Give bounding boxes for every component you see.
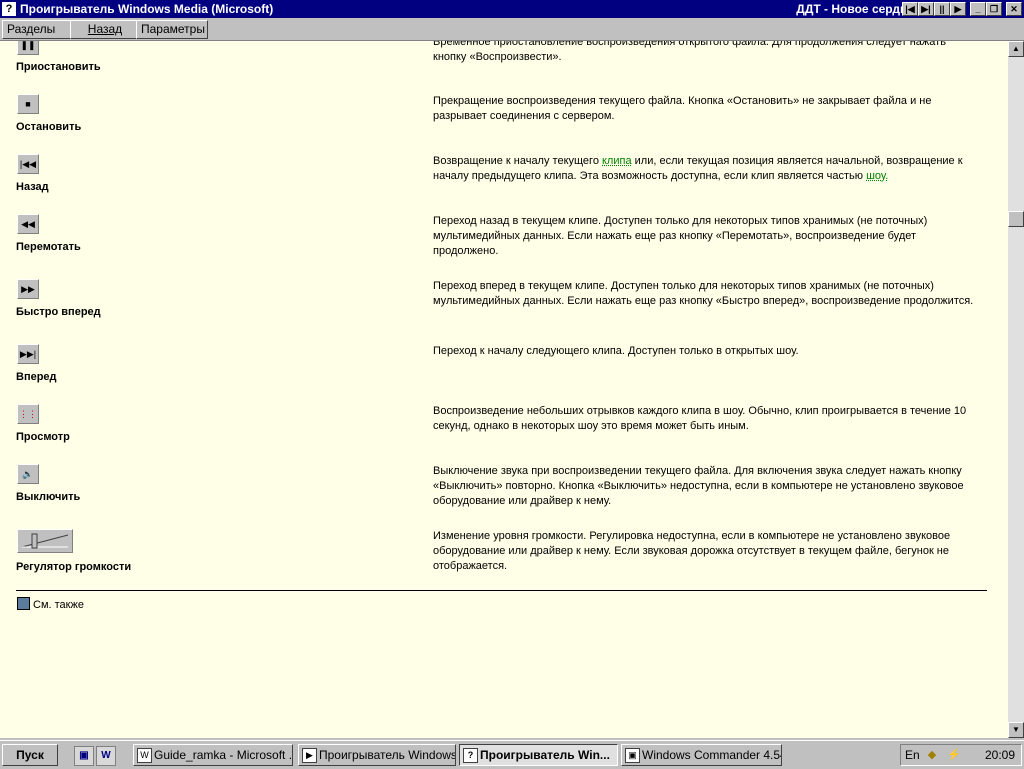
vertical-scrollbar[interactable]: ▲ ▼ (1008, 41, 1024, 738)
previous-icon: |◀◀ (17, 154, 39, 174)
help-content: ❚❚ Приостановить Временное приостановлен… (0, 41, 1008, 738)
system-tray: En ◆ ⚡ 20:09 (900, 744, 1022, 766)
help-icon: ? (463, 748, 478, 763)
help-toolbar: Разделы Назад Параметры (0, 18, 1024, 41)
speaker-icon: 🔈 (17, 464, 39, 484)
volume-slider-icon (17, 529, 73, 553)
row-description: Выключение звука при воспроизведении тек… (433, 465, 964, 507)
clip-link[interactable]: клипа (602, 155, 632, 167)
title-bar[interactable]: ? Проигрыватель Windows Media (Microsoft… (0, 0, 1024, 18)
close-icon[interactable]: ✕ (1006, 2, 1022, 16)
help-icon: ? (2, 2, 16, 16)
task-media-player-help[interactable]: ? Проигрыватель Win... (459, 744, 618, 766)
tray-app-icon[interactable]: ◆ (925, 748, 939, 762)
row-label: Выключить (16, 491, 81, 503)
restore-icon[interactable]: ❐ (986, 2, 1002, 16)
row-description: Воспроизведение небольших отрывков каждо… (433, 405, 967, 432)
row-description: Переход к началу следующего клипа. Досту… (433, 345, 799, 357)
row-label: Перемотать (16, 241, 81, 253)
desc-text: Возвращение к началу текущего (433, 155, 602, 167)
save-icon[interactable]: ▣ (74, 746, 94, 766)
fast-forward-icon: ▶▶ (17, 279, 39, 299)
row-label: Назад (16, 181, 49, 193)
divider (16, 590, 987, 591)
back-button-label: Назад (87, 22, 123, 36)
next-icon: ▶▶| (17, 344, 39, 364)
pause-icon: ❚❚ (17, 41, 39, 55)
word-icon: W (137, 748, 152, 763)
clock: 20:09 (984, 748, 1015, 762)
row-description: Изменение уровня громкости. Регулировка … (433, 530, 951, 572)
title-bar-controls: |◀ ▶| || ▶ _ ❐ ✕ (902, 2, 1022, 16)
contents-button-label: Разделы (7, 22, 56, 36)
scroll-up-icon[interactable]: ▲ (1008, 41, 1024, 57)
see-also-link[interactable]: См. также (17, 597, 84, 611)
prev-track-icon[interactable]: |◀ (902, 2, 918, 16)
now-playing-title: ДДТ - Новое сердце (796, 2, 914, 16)
stop-icon: ■ (17, 94, 39, 114)
preview-icon: ⋮⋮ (17, 404, 39, 424)
floppy-icon: ▣ (625, 748, 640, 763)
contents-button[interactable]: Разделы (2, 20, 74, 39)
play-icon[interactable]: ▶ (950, 2, 966, 16)
media-player-icon: ▶ (302, 748, 317, 763)
task-label: Проигрыватель Win... (480, 748, 610, 762)
scroll-down-icon[interactable]: ▼ (1008, 722, 1024, 738)
show-link[interactable]: шоу. (866, 170, 888, 182)
row-label: Вперед (16, 371, 57, 383)
window-title: Проигрыватель Windows Media (Microsoft) (20, 2, 274, 16)
tray-app-icon-2[interactable]: ⚡ (947, 748, 961, 762)
options-button[interactable]: Параметры (136, 20, 208, 39)
start-button[interactable]: Пуск (2, 744, 58, 766)
see-also-label: См. также (33, 599, 84, 611)
task-label: Проигрыватель Windows... (319, 748, 456, 762)
task-label: Windows Commander 4.54... (642, 748, 782, 762)
language-indicator[interactable]: En (905, 748, 920, 762)
row-label: Быстро вперед (16, 306, 101, 318)
task-word-document[interactable]: W Guide_ramka - Microsoft ... (133, 744, 293, 766)
task-label: Guide_ramka - Microsoft ... (154, 748, 293, 762)
volume-slider-graphic (21, 533, 69, 549)
see-also-icon (17, 597, 30, 610)
row-description: Временное приостановление воспроизведени… (433, 41, 946, 63)
options-button-label: Параметры (141, 22, 205, 36)
rewind-icon: ◀◀ (17, 214, 39, 234)
row-label: Просмотр (16, 431, 70, 443)
row-description: Прекращение воспроизведения текущего фай… (433, 95, 932, 122)
pause-icon[interactable]: || (934, 2, 950, 16)
taskbar: Пуск ▣ W W Guide_ramka - Microsoft ... ▶ П… (0, 740, 1024, 769)
row-description: Переход вперед в текущем клипе. Доступен… (433, 280, 974, 307)
minimize-icon[interactable]: _ (970, 2, 986, 16)
start-label: Пуск (16, 748, 44, 762)
row-label: Регулятор громкости (16, 561, 132, 573)
next-track-icon[interactable]: ▶| (918, 2, 934, 16)
back-button[interactable]: Назад (70, 20, 140, 39)
task-windows-commander[interactable]: ▣ Windows Commander 4.54... (621, 744, 782, 766)
row-description: Переход назад в текущем клипе. Доступен … (433, 215, 928, 257)
scroll-thumb[interactable] (1008, 211, 1024, 227)
row-label: Приостановить (16, 61, 101, 73)
word-icon[interactable]: W (96, 746, 116, 766)
row-description: Возвращение к началу текущего клипа или,… (433, 154, 978, 184)
row-label: Остановить (16, 121, 82, 133)
task-media-player-1[interactable]: ▶ Проигрыватель Windows... (298, 744, 456, 766)
